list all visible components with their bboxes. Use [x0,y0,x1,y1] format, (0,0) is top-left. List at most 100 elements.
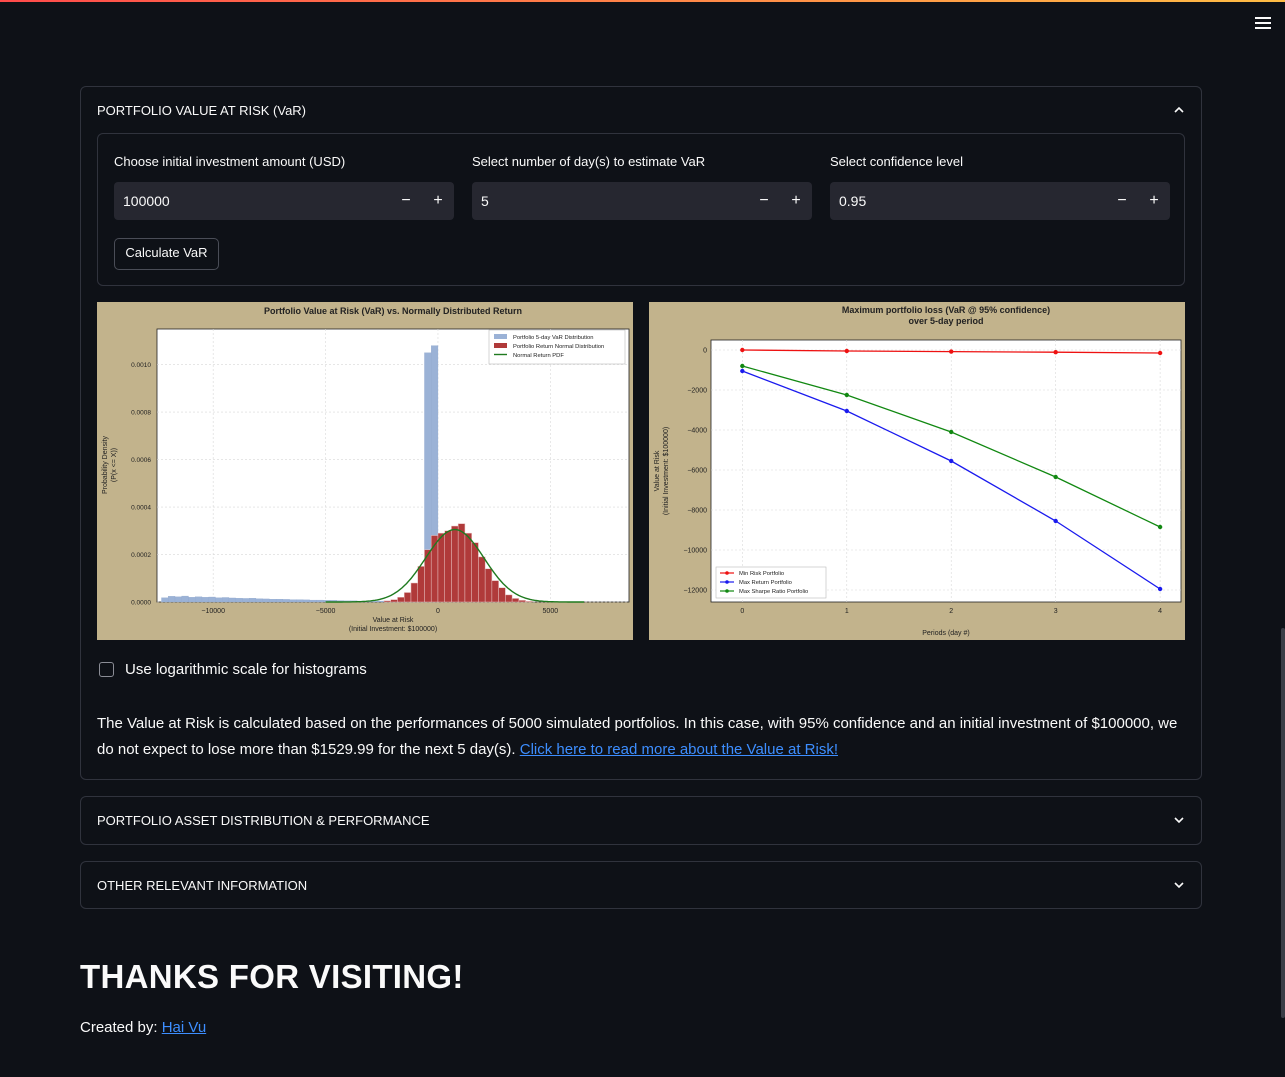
asset-expander-title: PORTFOLIO ASSET DISTRIBUTION & PERFORMAN… [97,812,430,828]
investment-label: Choose initial investment amount (USD) [114,154,346,169]
normal-distribution-bar [478,556,486,603]
confidence-input[interactable]: 0.95 − + [830,182,1170,220]
normal-distribution-bar [410,582,418,603]
other-expander-header[interactable]: OTHER RELEVANT INFORMATION [97,862,1185,908]
y-tick-label: −10000 [683,548,707,555]
days-input[interactable]: 5 − + [472,182,812,220]
x-tick-label: 2 [949,608,953,615]
var-distribution-bar [195,596,203,603]
chevron-down-icon [1174,882,1184,889]
data-point [949,429,954,435]
y-tick-label: 0.0010 [131,362,151,369]
y-tick-label: 0.0006 [131,457,151,464]
days-decrement-button[interactable]: − [748,182,780,220]
var-distribution-bar [174,596,182,603]
var-histogram-chart: −10000 −5000 0 5000 0.0000 0.0002 0.0004 0.0006… [97,302,633,640]
var-description: The Value at Risk is calculated based on… [97,711,1187,763]
data-point [949,458,954,464]
thanks-heading: THANKS FOR VISITING! [80,958,464,995]
hamburger-menu-icon[interactable] [1253,14,1273,34]
normal-distribution-bar [464,532,472,603]
y-axis-label: (Initial Investment: $100000) [663,427,670,515]
data-point [844,392,849,398]
var-expander: PORTFOLIO VALUE AT RISK (VaR) Choose ini… [80,86,1202,780]
scrollbar[interactable] [1281,628,1285,1018]
max-loss-svg: 0 1 2 3 4 0 −2000 −4000 −6000 −8000 −10000 −12000 Ma… [654,305,1182,637]
confidence-decrement-button[interactable]: − [1106,182,1138,220]
investment-increment-button[interactable]: + [422,182,454,220]
other-expander[interactable]: OTHER RELEVANT INFORMATION [80,861,1202,909]
data-point [740,347,745,353]
chevron-up-icon [1174,106,1184,113]
normal-distribution-bar [417,566,425,603]
var-read-more-link[interactable]: Click here to read more about the Value … [520,741,838,758]
investment-value[interactable]: 100000 [123,193,170,209]
credit-label: Created by: [80,1019,162,1036]
normal-distribution-bar [451,525,459,603]
var-distribution-bar [168,596,176,603]
confidence-increment-button[interactable]: + [1138,182,1170,220]
normal-distribution-bar [383,600,392,603]
legend-label: Portfolio 5-day VaR Distribution [513,335,593,341]
var-expander-header[interactable]: PORTFOLIO VALUE AT RISK (VaR) [97,87,1185,133]
var-distribution-bar [215,597,223,603]
days-value[interactable]: 5 [481,193,489,209]
chart-title: Maximum portfolio loss (VaR @ 95% confid… [842,305,1050,315]
normal-distribution-bar [484,568,493,603]
var-distribution-bar [228,597,236,603]
var-expander-title: PORTFOLIO VALUE AT RISK (VaR) [97,102,307,118]
y-tick-label: −4000 [687,428,707,435]
confidence-label: Select confidence level [830,154,963,169]
data-point [844,348,849,354]
var-distribution-bar [161,597,169,603]
var-distribution-bar [302,599,310,603]
y-axis-label: Value at Risk [654,450,661,491]
x-tick-label: −5000 [316,608,336,615]
data-point [1053,518,1058,524]
y-axis-label: (P(x <= X)) [111,448,118,482]
legend-label: Max Sharpe Ratio Portfolio [739,589,808,595]
plot-area [156,328,630,603]
y-tick-label: −12000 [683,588,707,595]
legend-swatch [494,334,507,339]
x-axis-label: Value at Risk [373,617,414,624]
var-distribution-bar [269,599,277,603]
legend-marker [725,589,729,593]
log-scale-checkbox-row[interactable]: Use logarithmic scale for histograms [99,661,367,678]
legend-label: Min Risk Portfolio [739,571,784,577]
var-distribution-bar [201,597,209,603]
author-link[interactable]: Hai Vu [162,1019,206,1036]
investment-input[interactable]: 100000 − + [114,182,454,220]
log-scale-label[interactable]: Use logarithmic scale for histograms [125,661,367,678]
var-distribution-bar [235,598,243,603]
normal-distribution-bar [397,597,405,603]
days-increment-button[interactable]: + [780,182,812,220]
x-tick-label: 3 [1054,608,1058,615]
confidence-value[interactable]: 0.95 [839,193,866,209]
normal-distribution-bar [457,523,466,603]
data-point [740,368,745,374]
y-axis-label: Probability Density [102,436,109,494]
normal-distribution-bar [511,598,520,603]
legend-label: Normal Return PDF [513,353,564,359]
calculate-var-button[interactable]: Calculate VaR [114,238,219,270]
y-tick-label: 0.0004 [131,505,151,512]
var-distribution-bar [222,597,230,603]
x-tick-label: 5000 [543,608,559,615]
normal-distribution-bar [437,532,445,603]
asset-expander[interactable]: PORTFOLIO ASSET DISTRIBUTION & PERFORMAN… [80,796,1202,845]
data-point [1053,350,1058,355]
x-axis-label: Periods (day #) [922,630,969,637]
legend-label: Max Return Portfolio [739,580,792,586]
legend-label: Portfolio Return Normal Distribution [513,344,604,350]
y-tick-label: 0 [703,348,707,355]
var-distribution-bar [181,595,189,603]
x-tick-label: 0 [436,608,440,615]
data-point [1157,524,1163,530]
legend-marker [725,580,729,584]
investment-decrement-button[interactable]: − [390,182,422,220]
log-scale-checkbox[interactable] [99,662,114,677]
x-tick-label: 4 [1158,608,1162,615]
normal-distribution-bar [390,599,398,603]
asset-expander-header[interactable]: PORTFOLIO ASSET DISTRIBUTION & PERFORMAN… [97,797,1185,843]
